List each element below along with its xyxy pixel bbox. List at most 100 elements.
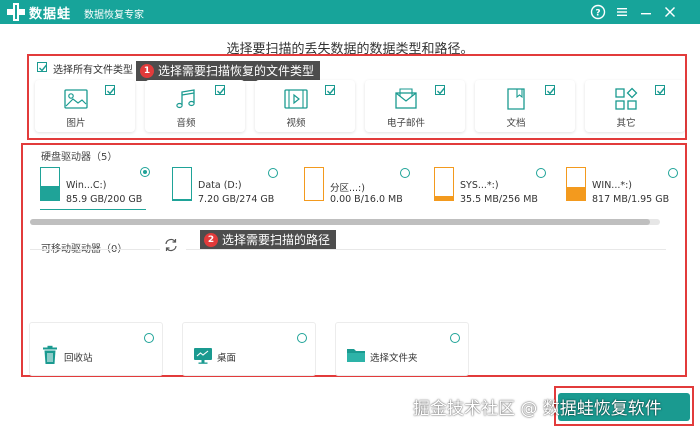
- app-logo-text: 数据蛙: [29, 7, 72, 22]
- drive-usage-fill: [435, 195, 453, 200]
- drive-name: Win...C:): [66, 180, 107, 191]
- folder-icon: [347, 349, 365, 362]
- location-select-folder[interactable]: 选择文件夹: [335, 322, 469, 376]
- file-type-card-other[interactable]: 其它: [585, 80, 685, 132]
- drive-name: 分区...:): [330, 183, 365, 194]
- refresh-icon: [165, 238, 177, 252]
- tip-2: 2 选择需要扫描的路径: [200, 230, 337, 250]
- location-label: 选择文件夹: [370, 353, 418, 364]
- drive-size: 7.20 GB/274 GB: [198, 194, 275, 205]
- drive-name: WIN...*:): [592, 180, 633, 191]
- audio-checkbox[interactable]: [215, 85, 226, 95]
- drive-radio[interactable]: [536, 168, 546, 178]
- drive-icon: [172, 167, 192, 201]
- drive-radio[interactable]: [668, 168, 678, 178]
- menu-button[interactable]: [612, 2, 632, 22]
- check-icon: [437, 87, 446, 95]
- tip-1: 1 选择需要扫描恢复的文件类型: [136, 61, 321, 81]
- drive-item-win[interactable]: WIN...*:) 817 MB/1.95 GB: [566, 164, 678, 210]
- menu-icon: [617, 8, 627, 16]
- email-checkbox[interactable]: [435, 85, 446, 95]
- drive-item-c[interactable]: Win...C:) 85.9 GB/200 GB: [40, 164, 150, 210]
- select-all-label: 选择所有文件类型: [53, 65, 133, 76]
- drive-size: 85.9 GB/200 GB: [66, 194, 143, 205]
- drive-radio[interactable]: [140, 167, 150, 177]
- tip-1-text: 选择需要扫描恢复的文件类型: [158, 64, 315, 78]
- location-radio[interactable]: [144, 333, 154, 343]
- drives-scrollbar-thumb[interactable]: [30, 219, 650, 225]
- file-type-card-image[interactable]: 图片: [35, 80, 135, 132]
- check-icon: [657, 87, 666, 95]
- location-label: 回收站: [64, 353, 93, 364]
- file-type-label: 音频: [176, 118, 196, 129]
- email-icon: [395, 88, 417, 109]
- other-icon: [615, 87, 638, 110]
- close-icon: [665, 7, 675, 17]
- check-icon: [327, 87, 336, 95]
- selected-drive-underline: [40, 209, 146, 210]
- drive-size: 0.00 B/16.0 MB: [330, 194, 403, 205]
- minimize-icon: [641, 13, 651, 15]
- file-type-label: 电子邮件: [386, 118, 425, 129]
- other-checkbox[interactable]: [655, 85, 666, 95]
- check-icon: [547, 87, 556, 95]
- document-checkbox[interactable]: [545, 85, 556, 95]
- file-type-card-video[interactable]: 视频: [255, 80, 355, 132]
- app-logo-icon: [7, 3, 25, 21]
- location-radio[interactable]: [297, 333, 307, 343]
- app-subtitle: 数据恢复专家: [84, 10, 144, 21]
- desktop-icon: [194, 348, 212, 364]
- close-button[interactable]: [660, 2, 680, 22]
- image-icon: [64, 89, 88, 109]
- drive-radio[interactable]: [268, 168, 278, 178]
- video-icon: [284, 89, 308, 109]
- drive-name: Data (D:): [198, 180, 242, 191]
- removable-drives-title: 可移动驱动器（0）: [41, 240, 127, 255]
- file-type-label: 其它: [616, 118, 636, 129]
- drive-icon: [566, 167, 586, 201]
- file-type-card-email[interactable]: 电子邮件: [365, 80, 465, 132]
- refresh-button[interactable]: [163, 237, 179, 253]
- video-checkbox[interactable]: [325, 85, 336, 95]
- divider: [186, 249, 666, 250]
- check-icon: [39, 64, 48, 72]
- audio-icon: [176, 89, 195, 109]
- drive-item-sys[interactable]: SYS...*:) 35.5 MB/256 MB: [434, 164, 550, 210]
- help-icon: ?: [590, 4, 606, 20]
- file-type-label: 视频: [286, 118, 306, 129]
- document-icon: [507, 88, 525, 110]
- drive-item-partition[interactable]: 分区...:) 0.00 B/16.0 MB: [304, 164, 412, 210]
- drive-usage-fill: [41, 186, 59, 200]
- location-recycle-bin[interactable]: 回收站: [29, 322, 163, 376]
- drive-icon: [304, 167, 324, 201]
- select-all-checkbox[interactable]: [37, 62, 48, 72]
- drive-name: SYS...*:): [460, 180, 499, 191]
- check-icon: [107, 87, 116, 95]
- drive-usage-fill: [567, 186, 585, 200]
- title-bar: 数据蛙 数据恢复专家 ?: [0, 0, 700, 24]
- file-type-label: 文档: [506, 118, 526, 129]
- divider: [30, 249, 160, 250]
- drive-icon: [40, 167, 60, 201]
- tip-2-text: 选择需要扫描的路径: [222, 233, 331, 247]
- drive-icon: [434, 167, 454, 201]
- help-button[interactable]: ?: [588, 2, 608, 22]
- drive-usage-fill: [173, 199, 191, 200]
- location-desktop[interactable]: 桌面: [182, 322, 316, 376]
- drive-size: 817 MB/1.95 GB: [592, 194, 670, 205]
- location-radio[interactable]: [450, 333, 460, 343]
- image-checkbox[interactable]: [105, 85, 116, 95]
- file-type-label: 图片: [66, 118, 86, 129]
- tip-2-badge: 2: [204, 233, 218, 247]
- hard-drives-title: 硬盘驱动器（5）: [41, 152, 118, 163]
- minimize-button[interactable]: [636, 2, 656, 22]
- file-type-card-document[interactable]: 文档: [475, 80, 575, 132]
- drives-scrollbar[interactable]: [30, 219, 660, 225]
- check-icon: [217, 87, 226, 95]
- recycle-bin-icon: [43, 345, 57, 364]
- svg-text:?: ?: [595, 9, 600, 19]
- file-type-card-audio[interactable]: 音频: [145, 80, 245, 132]
- tip-1-badge: 1: [140, 64, 154, 78]
- drive-item-d[interactable]: Data (D:) 7.20 GB/274 GB: [172, 164, 280, 210]
- drive-radio[interactable]: [400, 168, 410, 178]
